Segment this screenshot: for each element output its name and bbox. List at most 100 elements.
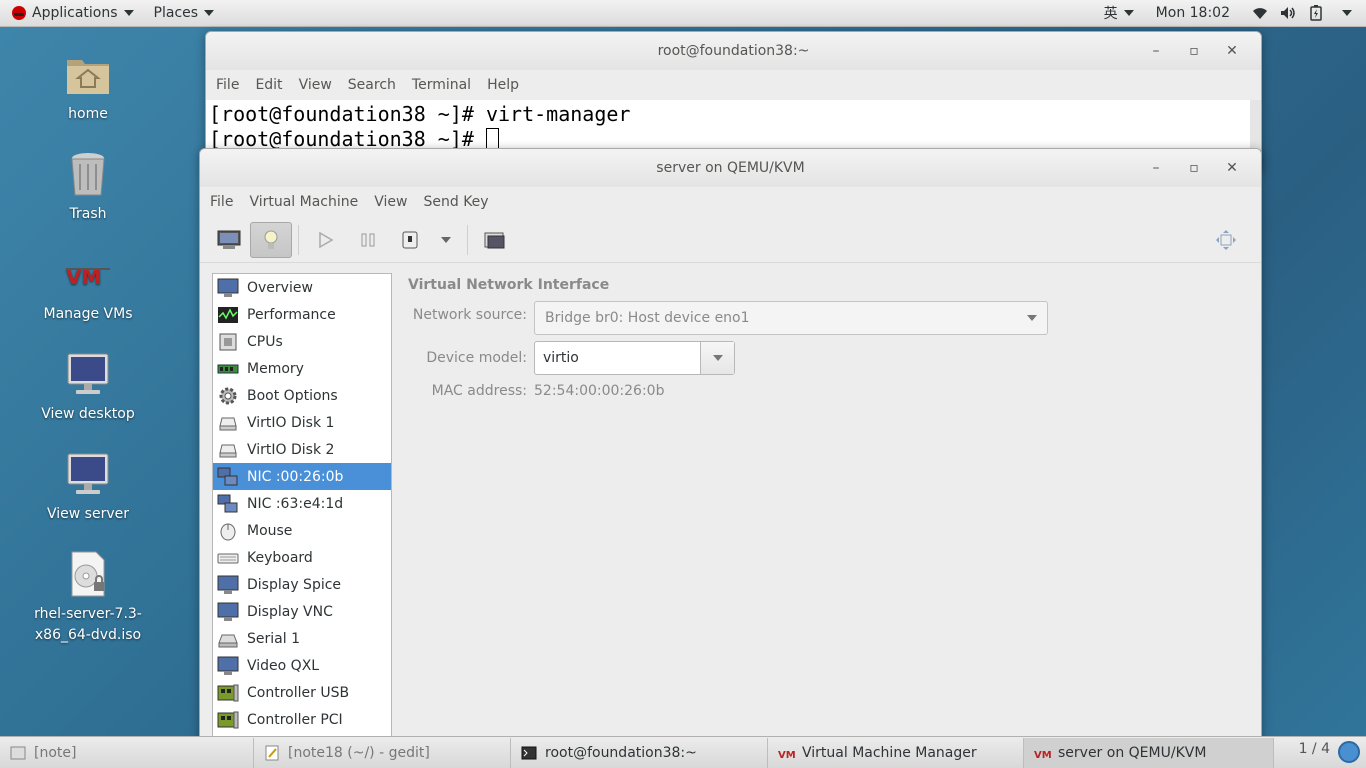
minimize-icon[interactable]: – <box>1137 160 1175 176</box>
input-method-indicator[interactable]: 英 <box>1098 0 1140 27</box>
minimize-icon[interactable]: – <box>1137 43 1175 59</box>
menu-search[interactable]: Search <box>340 77 404 93</box>
menu-send-key[interactable]: Send Key <box>415 194 496 210</box>
monitor-icon <box>64 350 112 398</box>
desktop-icon-iso[interactable]: rhel-server-7.3- x86_64-dvd.iso <box>33 550 143 646</box>
resize-icon <box>1216 229 1236 250</box>
chevron-down-icon <box>1027 315 1037 321</box>
clock[interactable]: Mon 18:02 <box>1150 0 1236 27</box>
menu-edit[interactable]: Edit <box>247 77 290 93</box>
hardware-item[interactable]: Performance <box>213 301 391 328</box>
maximize-icon[interactable]: ▫ <box>1175 160 1213 176</box>
window-title: root@foundation38:~ <box>657 43 810 59</box>
mac-address-value: 52:54:00:00:26:0b <box>534 383 665 399</box>
volume-icon[interactable] <box>1278 0 1298 27</box>
network-source-label: Network source: <box>412 307 527 323</box>
details-button[interactable] <box>250 221 292 258</box>
hardware-item[interactable]: Controller USB <box>213 679 391 706</box>
task-virt-manager[interactable]: VM Virtual Machine Manager <box>768 737 1024 768</box>
hardware-item[interactable]: Mouse <box>213 517 391 544</box>
menu-file[interactable]: File <box>208 77 247 93</box>
console-button[interactable] <box>208 222 250 258</box>
hardware-item[interactable]: Video QXL <box>213 652 391 679</box>
menu-file[interactable]: File <box>202 194 241 210</box>
workspace-pager[interactable]: 1 / 4 <box>1299 741 1330 757</box>
hardware-item[interactable]: VirtIO Disk 1 <box>213 409 391 436</box>
hardware-item-label: Overview <box>247 279 313 296</box>
menu-view[interactable]: View <box>366 194 415 210</box>
device-model-dropdown-button[interactable] <box>700 342 734 374</box>
task-note[interactable]: [note] <box>0 737 254 768</box>
hardware-item[interactable]: NIC :63:e4:1d <box>213 490 391 517</box>
hardware-item[interactable]: Keyboard <box>213 544 391 571</box>
monitor-icon <box>64 450 112 498</box>
close-icon[interactable]: ✕ <box>1213 160 1251 176</box>
desktop-icon-view-server[interactable]: View server <box>33 450 143 525</box>
controller-icon <box>217 710 239 730</box>
pause-button[interactable] <box>347 222 389 258</box>
shutdown-menu-button[interactable] <box>431 222 461 258</box>
window-title: server on QEMU/KVM <box>656 160 805 176</box>
close-icon[interactable]: ✕ <box>1213 43 1251 59</box>
vm-titlebar[interactable]: server on QEMU/KVM – ▫ ✕ <box>200 149 1261 187</box>
device-model-input[interactable]: virtio <box>535 342 701 374</box>
network-icon <box>217 467 239 487</box>
task-terminal[interactable]: root@foundation38:~ <box>511 737 768 768</box>
system-menu[interactable] <box>1330 0 1366 27</box>
hardware-item[interactable]: NIC :00:26:0b <box>213 463 391 490</box>
hardware-item[interactable]: Boot Options <box>213 382 391 409</box>
desktop-icon-view-desktop[interactable]: View desktop <box>33 350 143 425</box>
hardware-item[interactable]: VirtIO Disk 2 <box>213 436 391 463</box>
desktop-icon-home[interactable]: home <box>33 50 143 125</box>
toolbar-separator <box>467 224 468 255</box>
task-gedit[interactable]: [note18 (~/) - gedit] <box>254 737 511 768</box>
controller-icon <box>217 683 239 703</box>
hardware-item[interactable]: Display VNC <box>213 598 391 625</box>
hardware-item[interactable]: Display Spice <box>213 571 391 598</box>
taskbar: [note] [note18 (~/) - gedit] root@founda… <box>0 736 1366 768</box>
places-menu[interactable]: Places <box>148 0 221 27</box>
menu-help[interactable]: Help <box>479 77 527 93</box>
hardware-item[interactable]: Controller PCI <box>213 706 391 733</box>
chevron-down-icon <box>204 10 215 16</box>
mouse-icon <box>217 521 239 541</box>
menu-terminal[interactable]: Terminal <box>404 77 479 93</box>
maximize-icon[interactable]: ▫ <box>1175 43 1213 59</box>
workspace-indicator-icon[interactable] <box>1338 741 1360 763</box>
desktop-icon-manage-vms[interactable]: VM Manage VMs <box>33 250 143 325</box>
terminal-icon <box>521 745 537 761</box>
task-label: Virtual Machine Manager <box>802 744 977 761</box>
fullscreen-button[interactable] <box>1205 222 1247 258</box>
redhat-logo-icon <box>12 6 26 20</box>
performance-icon <box>217 305 239 325</box>
device-model-combo[interactable]: virtio <box>534 341 735 375</box>
desktop-icon-trash[interactable]: Trash <box>33 150 143 225</box>
wifi-icon[interactable] <box>1250 0 1270 27</box>
hardware-item[interactable]: CPUs <box>213 328 391 355</box>
menu-virtual-machine[interactable]: Virtual Machine <box>241 194 366 210</box>
hardware-list: Overview Performance CPUs Memory Boot Option… <box>212 273 392 747</box>
hardware-item-label: Controller PCI <box>247 711 343 728</box>
hardware-item[interactable]: Memory <box>213 355 391 382</box>
chevron-down-icon <box>1342 10 1352 16</box>
run-button[interactable] <box>305 222 347 258</box>
battery-icon[interactable] <box>1306 0 1326 27</box>
power-icon <box>402 231 418 248</box>
task-label: root@foundation38:~ <box>545 744 697 761</box>
applications-menu[interactable]: Applications <box>0 0 140 27</box>
terminal-titlebar[interactable]: root@foundation38:~ – ▫ ✕ <box>206 32 1261 70</box>
network-source-select: Bridge br0: Host device eno1 <box>534 301 1048 335</box>
text-editor-icon <box>264 745 280 761</box>
menu-view[interactable]: View <box>291 77 340 93</box>
nic-details-panel: Virtual Network Interface Network source… <box>407 273 1247 573</box>
chevron-down-icon <box>123 10 134 16</box>
task-vm-server[interactable]: VM server on QEMU/KVM <box>1024 737 1274 768</box>
terminal-menubar: File Edit View Search Terminal Help <box>206 70 1261 100</box>
hardware-item[interactable]: Overview <box>213 274 391 301</box>
shutdown-button[interactable] <box>389 222 431 258</box>
hardware-item-label: Display Spice <box>247 576 342 593</box>
hardware-item[interactable]: Serial 1 <box>213 625 391 652</box>
input-method-label: 英 <box>1103 6 1118 22</box>
desktop-icon-label: Manage VMs <box>43 306 133 322</box>
snapshots-button[interactable] <box>474 222 516 258</box>
